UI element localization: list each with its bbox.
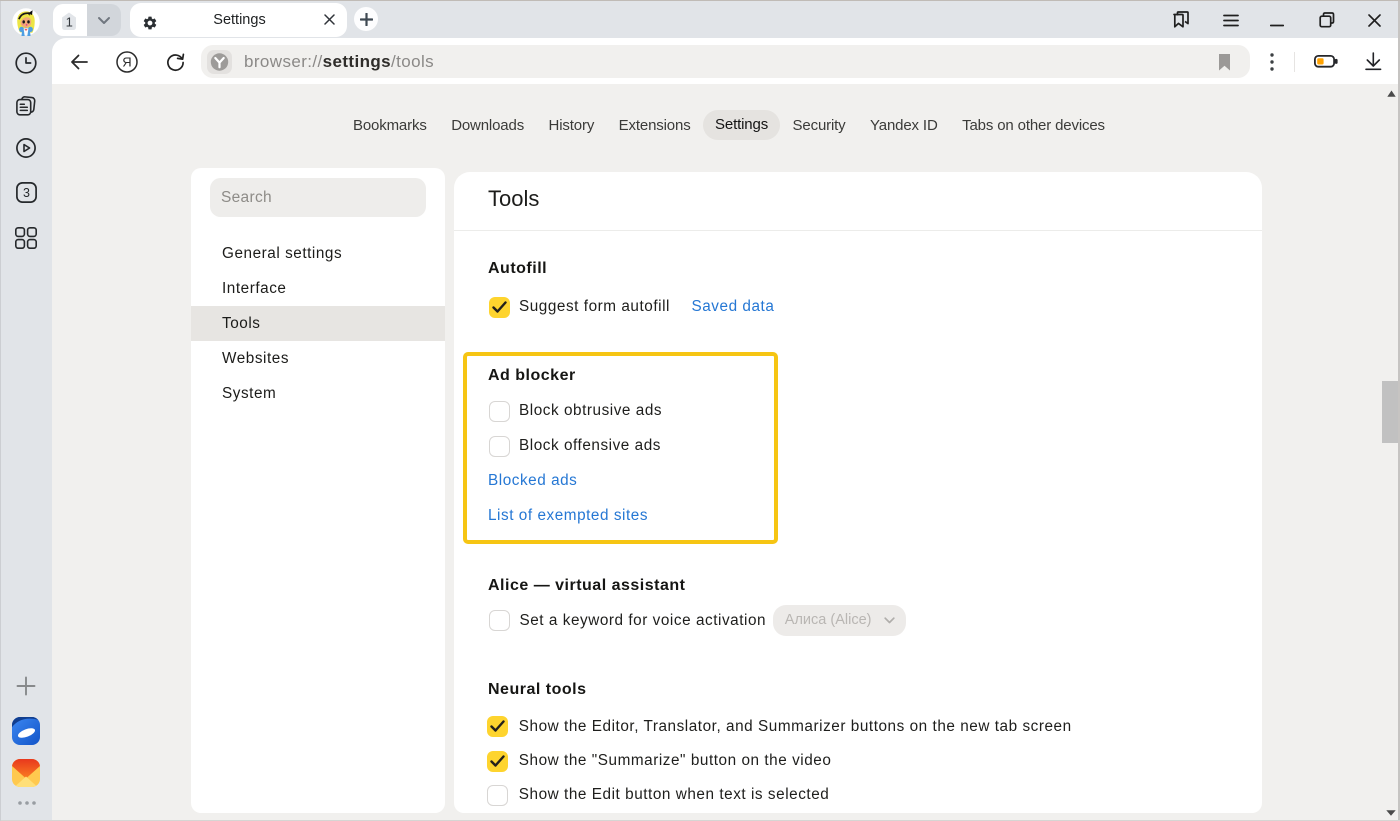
svg-text:1: 1 [66, 15, 73, 30]
svg-text:Я: Я [122, 55, 131, 70]
svg-text:3: 3 [23, 186, 30, 200]
